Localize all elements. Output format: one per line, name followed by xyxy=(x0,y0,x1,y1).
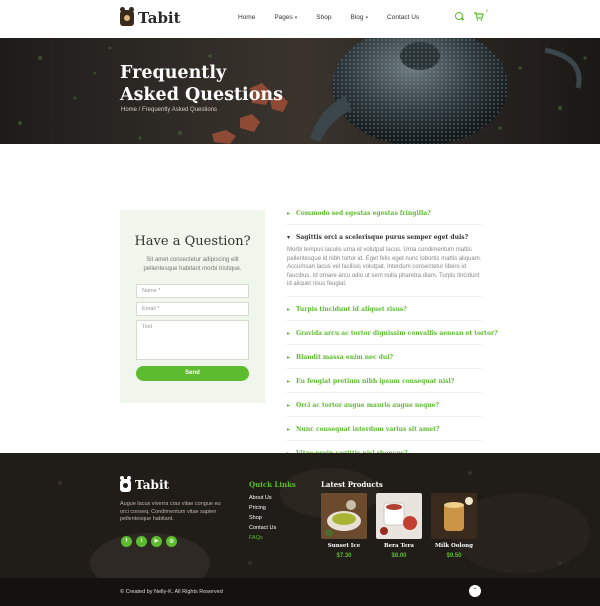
product-price: $9.50 xyxy=(446,553,462,559)
product-image-milk-oolong[interactable] xyxy=(431,493,477,539)
footer-brand-name: Tabit xyxy=(135,478,170,492)
quick-links-list: About Us Pricing Shop Contact Us FAQs xyxy=(249,493,276,543)
page-hero: Frequently Asked Questions Home / Freque… xyxy=(0,38,600,144)
faq-question[interactable]: Sagittis orci a scelerisque purus semper… xyxy=(287,234,482,241)
faq-question[interactable]: Blandit massa enim nec dui? xyxy=(287,354,482,361)
faq-question[interactable]: Turpis tincidunt id aliquet risus? xyxy=(287,306,482,313)
quick-link-contact-us[interactable]: Contact Us xyxy=(249,523,276,533)
quick-link-about-us[interactable]: About Us xyxy=(249,493,276,503)
site-logo[interactable]: Tabit xyxy=(120,7,181,27)
faq-accordion: Commodo sed egestas egestas fringilla? Sa… xyxy=(287,210,498,465)
product-image-sunset-ice[interactable] xyxy=(321,493,367,539)
chevron-down-icon: ▾ xyxy=(294,15,298,21)
header-icons: 0 xyxy=(455,8,488,21)
faq-question[interactable]: Nunc consequat interdum varius sit amet? xyxy=(287,426,482,433)
bear-icon xyxy=(120,475,131,492)
nav-item-label: Contact Us xyxy=(387,14,420,21)
quick-link-faqs[interactable]: FAQs xyxy=(249,533,276,543)
instagram-icon[interactable]: ◎ xyxy=(166,536,177,547)
name-field[interactable]: Name * xyxy=(136,284,249,298)
nav-item-label: Pages xyxy=(274,14,293,21)
cart-icon[interactable]: 0 xyxy=(474,8,488,21)
faq-item: Sagittis orci a scelerisque purus semper… xyxy=(287,225,482,297)
question-form-subtitle: Sit amet consectetur adipiscing elit pel… xyxy=(143,257,242,272)
faq-question[interactable]: Eu feugiat pretium nibh ipsum consequat … xyxy=(287,378,482,385)
copyright-text: © Created by Nelly-K. All Rights Reserve… xyxy=(120,589,223,595)
faq-item: Nunc consequat interdum varius sit amet? xyxy=(287,417,482,441)
nav-item-home[interactable]: Home xyxy=(238,14,255,21)
faq-item: Orci ac tortor augue mauris augue neque? xyxy=(287,393,482,417)
product-card[interactable]: Sunset Ice $7.30 xyxy=(321,493,367,559)
faq-item: Turpis tincidunt id aliquet risus? xyxy=(287,297,482,321)
nav-item-label: Blog xyxy=(350,14,364,21)
question-form-title: Have a Question? xyxy=(134,234,251,249)
nav-item-shop[interactable]: Shop xyxy=(316,14,331,21)
search-icon[interactable] xyxy=(455,12,464,21)
scroll-to-top-button[interactable]: ⌃ xyxy=(469,585,481,597)
site-header: Tabit Home Pages ▾ Shop Blog ▾ Contact Us 0 xyxy=(0,0,600,38)
cart-count-badge: 0 xyxy=(485,8,488,13)
nav-item-blog[interactable]: Blog ▾ xyxy=(350,14,368,21)
main-nav: Home Pages ▾ Shop Blog ▾ Contact Us xyxy=(238,14,438,21)
footer-logo[interactable]: Tabit xyxy=(120,475,170,492)
message-textarea[interactable]: Text xyxy=(136,320,249,360)
product-card[interactable]: Bera Tera $8.00 xyxy=(376,493,422,559)
chevron-down-icon: ▾ xyxy=(365,15,369,21)
nav-item-label: Shop xyxy=(316,14,332,21)
hero-background-image xyxy=(0,38,600,144)
page-title: Frequently Asked Questions xyxy=(120,63,283,105)
product-card[interactable]: Milk Oolong $9.50 xyxy=(431,493,477,559)
send-button[interactable]: Send xyxy=(136,366,249,381)
faq-answer: Morbi tempus iaculis urna id volutpat la… xyxy=(287,247,482,287)
faq-item: Commodo sed egestas egestas fringilla? xyxy=(287,210,482,225)
faq-item: Gravida arcu ac tortor dignissim convall… xyxy=(287,321,498,345)
product-name[interactable]: Sunset Ice xyxy=(321,543,367,549)
facebook-icon[interactable]: f xyxy=(121,536,132,547)
footer-background-image xyxy=(0,453,600,578)
product-price: $7.30 xyxy=(336,553,352,559)
brand-name: Tabit xyxy=(138,9,181,27)
footer-description: Augue lacus viverra cras vitae congue eu… xyxy=(120,501,221,522)
nav-item-pages[interactable]: Pages ▾ xyxy=(274,14,297,21)
copyright-bar: © Created by Nelly-K. All Rights Reserve… xyxy=(0,578,600,606)
bear-icon xyxy=(120,7,134,26)
breadcrumb[interactable]: Home / Frequently Asked Questions xyxy=(121,107,217,113)
email-field[interactable]: Email * xyxy=(136,302,249,316)
product-price: $8.00 xyxy=(391,553,407,559)
twitter-icon[interactable]: t xyxy=(136,536,147,547)
site-footer: Tabit Augue lacus viverra cras vitae con… xyxy=(0,453,600,606)
product-image-bera-tera[interactable] xyxy=(376,493,422,539)
product-name[interactable]: Bera Tera xyxy=(376,543,422,549)
faq-item: Blandit massa enim nec dui? xyxy=(287,345,482,369)
youtube-icon[interactable]: ▶ xyxy=(151,536,162,547)
nav-item-contact-us[interactable]: Contact Us xyxy=(387,14,419,21)
faq-question[interactable]: Gravida arcu ac tortor dignissim convall… xyxy=(287,330,498,337)
faq-question[interactable]: Orci ac tortor augue mauris augue neque? xyxy=(287,402,482,409)
faq-question[interactable]: Commodo sed egestas egestas fringilla? xyxy=(287,210,482,217)
nav-item-label: Home xyxy=(238,14,256,21)
question-form-panel: Have a Question? Sit amet consectetur ad… xyxy=(120,210,265,403)
latest-products-title: Latest Products xyxy=(321,480,383,489)
quick-link-pricing[interactable]: Pricing xyxy=(249,503,276,513)
social-links: f t ▶ ◎ xyxy=(121,536,177,547)
faq-item: Eu feugiat pretium nibh ipsum consequat … xyxy=(287,369,482,393)
quick-link-shop[interactable]: Shop xyxy=(249,513,276,523)
product-name[interactable]: Milk Oolong xyxy=(431,543,477,549)
quick-links-title: Quick Links xyxy=(249,480,296,489)
